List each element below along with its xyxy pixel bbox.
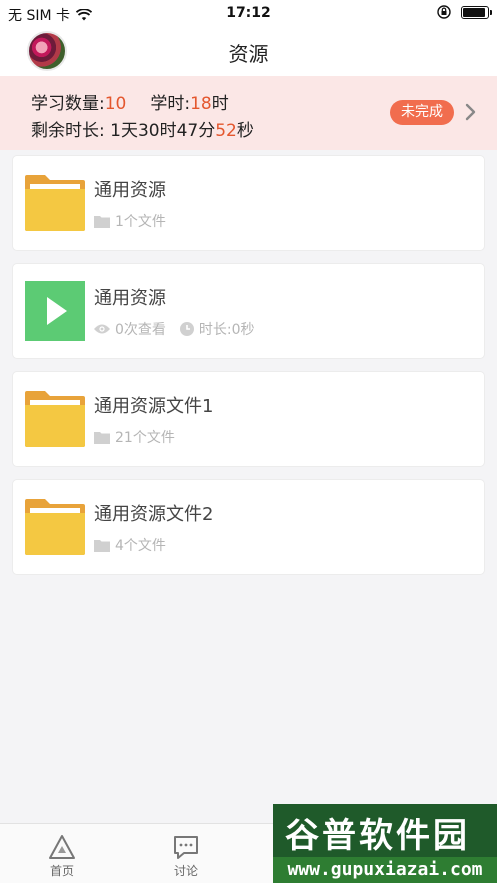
- status-bar: 无 SIM 卡 17:12: [0, 0, 497, 28]
- resource-title: 通用资源: [94, 180, 166, 201]
- study-hours-value: 18: [190, 94, 212, 114]
- resource-meta: 1个文件: [94, 211, 180, 231]
- rotation-lock-icon: [437, 5, 451, 19]
- battery-icon: [461, 5, 492, 19]
- resource-card[interactable]: 通用资源文件1 21个文件: [12, 371, 485, 467]
- view-count: 0次查看: [94, 319, 166, 339]
- file-count: 1个文件: [94, 211, 166, 231]
- home-triangle-icon: [49, 835, 75, 859]
- study-count-label: 学习数量:: [31, 94, 105, 114]
- remaining-seconds: 52: [215, 121, 237, 141]
- remaining-label: 剩余时长: 1天30时47分: [31, 121, 216, 141]
- watermark-url: www.gupuxiazai.com: [273, 857, 497, 883]
- watermark-text: 谷普软件园: [285, 816, 470, 856]
- tab-discussion[interactable]: 讨论: [124, 824, 248, 883]
- summary-line-remaining: 剩余时长: 1天30时47分52秒: [31, 116, 254, 141]
- resource-title: 通用资源文件2: [94, 504, 214, 525]
- resource-meta: 21个文件: [94, 427, 189, 447]
- study-count-value: 10: [104, 94, 127, 114]
- status-time: 17:12: [226, 5, 271, 21]
- battery-fill: [463, 7, 485, 17]
- resource-title: 通用资源: [94, 288, 166, 309]
- folder-icon: [25, 499, 85, 555]
- clock-icon: [179, 322, 194, 336]
- folder-icon: [25, 391, 85, 447]
- folder-small-icon: [94, 215, 110, 228]
- view-count-label: 0次查看: [115, 322, 166, 338]
- resource-meta: 0次查看 时长:0秒: [94, 319, 269, 339]
- resource-card[interactable]: 通用资源 0次查看 时长:0秒: [12, 263, 485, 359]
- folder-icon: [25, 175, 85, 231]
- status-badge[interactable]: 未完成: [390, 100, 454, 125]
- page-title: 资源: [228, 42, 269, 66]
- chat-icon: [174, 836, 198, 859]
- duration: 时长:0秒: [179, 319, 255, 339]
- file-count-label: 4个文件: [115, 538, 166, 554]
- eye-icon: [94, 324, 110, 334]
- resource-card[interactable]: 通用资源 1个文件: [12, 155, 485, 251]
- play-icon: [25, 281, 85, 341]
- summary-line-study: 学习数量:10 学时:18时: [31, 89, 229, 114]
- study-hours-unit: 时: [211, 94, 229, 114]
- progress-summary[interactable]: 学习数量:10 学时:18时 剩余时长: 1天30时47分52秒 未完成: [0, 76, 497, 150]
- file-count-label: 1个文件: [115, 214, 166, 230]
- file-count: 4个文件: [94, 535, 166, 555]
- duration-label: 时长:0秒: [198, 322, 255, 338]
- watermark: 谷普软件园 www.gupuxiazai.com: [273, 804, 497, 883]
- file-count: 21个文件: [94, 427, 175, 447]
- tab-discussion-label: 讨论: [173, 864, 198, 878]
- resource-card[interactable]: 通用资源文件2 4个文件: [12, 479, 485, 575]
- tab-home[interactable]: 首页: [0, 824, 124, 883]
- chevron-right-icon[interactable]: [462, 100, 480, 124]
- file-count-label: 21个文件: [115, 430, 175, 446]
- remaining-seconds-unit: 秒: [236, 121, 254, 141]
- resource-meta: 4个文件: [94, 535, 180, 555]
- resource-title: 通用资源文件1: [94, 396, 214, 417]
- status-right: [437, 5, 492, 19]
- nav-bar: 资源: [0, 28, 497, 76]
- study-hours-label: 学时:: [150, 94, 191, 114]
- tab-home-label: 首页: [49, 864, 74, 878]
- folder-small-icon: [94, 431, 110, 444]
- folder-small-icon: [94, 539, 110, 552]
